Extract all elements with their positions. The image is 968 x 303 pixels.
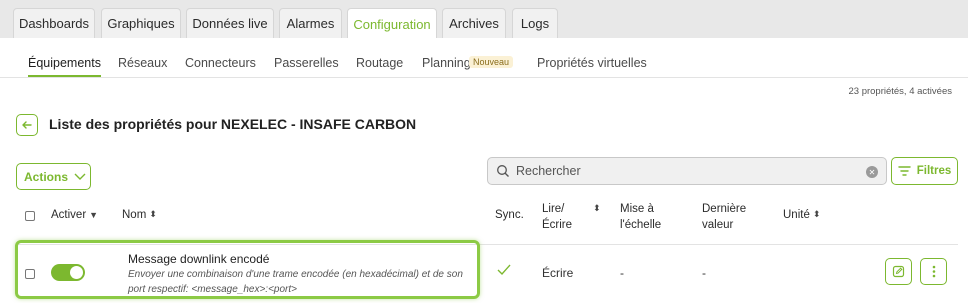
edit-icon bbox=[892, 265, 905, 278]
actions-dropdown[interactable]: Actions bbox=[16, 163, 91, 190]
column-scale-line2: l'échelle bbox=[620, 219, 662, 231]
column-unite-label: Unité bbox=[783, 209, 810, 221]
column-nom[interactable]: Nom ⬍ bbox=[122, 209, 157, 221]
column-scale-line1: Mise à bbox=[620, 203, 654, 215]
tab-dashboards[interactable]: Dashboards bbox=[13, 8, 95, 38]
enable-toggle[interactable] bbox=[51, 264, 85, 281]
subtab-routage[interactable]: Routage bbox=[356, 56, 403, 70]
clear-search-icon[interactable]: ✕ bbox=[866, 166, 878, 178]
property-count: 23 propriétés, 4 activées bbox=[848, 86, 952, 97]
tab-configuration[interactable]: Configuration bbox=[347, 8, 437, 39]
search-input[interactable] bbox=[516, 162, 846, 180]
property-name: Message downlink encodé bbox=[128, 252, 270, 266]
tab-archives[interactable]: Archives bbox=[442, 8, 506, 38]
subtab-connecteurs[interactable]: Connecteurs bbox=[185, 56, 256, 70]
more-vertical-icon bbox=[932, 265, 935, 278]
column-lire-line1: Lire/ bbox=[542, 203, 565, 215]
page-title: Liste des propriétés pour NEXELEC - INSA… bbox=[49, 116, 417, 132]
sort-icon: ⬍ bbox=[149, 209, 157, 220]
chevron-down-icon bbox=[74, 173, 86, 180]
filters-label: Filtres bbox=[916, 165, 952, 177]
column-last-line1: Dernière bbox=[702, 203, 747, 215]
read-write-value: Écrire bbox=[542, 266, 574, 280]
toggle-knob bbox=[70, 266, 83, 279]
row-checkbox[interactable] bbox=[25, 269, 35, 279]
select-all-checkbox[interactable] bbox=[25, 211, 35, 221]
tab-graphiques[interactable]: Graphiques bbox=[101, 8, 181, 38]
tab-logs[interactable]: Logs bbox=[512, 8, 558, 38]
filters-button[interactable]: Filtres bbox=[891, 157, 958, 185]
subtab-passerelles[interactable]: Passerelles bbox=[274, 56, 339, 70]
last-value: - bbox=[702, 266, 706, 280]
column-last-line2: valeur bbox=[702, 219, 734, 231]
subtab-proprietes-virtuelles[interactable]: Propriétés virtuelles bbox=[537, 56, 647, 70]
top-tab-bar: Dashboards Graphiques Données live Alarm… bbox=[0, 0, 968, 39]
column-unite[interactable]: Unité ⬍ bbox=[783, 209, 820, 221]
scaling-value: - bbox=[620, 266, 624, 280]
check-icon bbox=[497, 264, 511, 276]
filter-icon bbox=[898, 166, 911, 176]
sort-desc-icon: ▼ bbox=[89, 209, 99, 220]
subtab-equipements[interactable]: Équipements bbox=[28, 56, 101, 77]
edit-button[interactable] bbox=[885, 258, 912, 285]
arrow-left-icon bbox=[22, 121, 32, 129]
column-derniere-valeur: Dernière valeur bbox=[702, 201, 746, 233]
subtab-reseaux[interactable]: Réseaux bbox=[118, 56, 167, 70]
column-mise-a-echelle: Mise à l'échelle bbox=[620, 201, 661, 233]
tab-donnees-live[interactable]: Données live bbox=[186, 8, 274, 38]
more-button[interactable] bbox=[920, 258, 947, 285]
sort-icon[interactable]: ⬍ bbox=[593, 203, 601, 214]
column-lire-ecrire: Lire/ Écrire bbox=[542, 201, 572, 233]
new-badge: Nouveau bbox=[469, 56, 514, 68]
sort-icon: ⬍ bbox=[812, 209, 821, 220]
column-sync: Sync. bbox=[495, 209, 524, 221]
property-description: Envoyer une combinaison d'une trame enco… bbox=[128, 269, 463, 295]
search-box: ✕ bbox=[487, 157, 887, 185]
subtab-planning[interactable]: Planning bbox=[422, 56, 471, 70]
column-lire-line2: Écrire bbox=[542, 219, 573, 231]
column-nom-label: Nom bbox=[122, 209, 147, 221]
column-activer[interactable]: Activer ▼ bbox=[51, 209, 98, 221]
tab-alarmes[interactable]: Alarmes bbox=[279, 8, 342, 38]
column-activer-label: Activer bbox=[51, 209, 87, 221]
back-button[interactable] bbox=[16, 114, 38, 136]
sub-navigation: Équipements Réseaux Connecteurs Passerel… bbox=[0, 38, 968, 78]
search-icon bbox=[497, 165, 509, 177]
actions-label: Actions bbox=[24, 169, 69, 184]
